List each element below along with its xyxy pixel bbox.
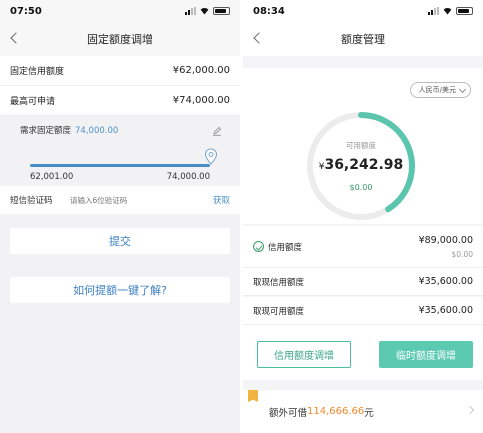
credit-limit-value: ¥89,000.00: [418, 234, 473, 246]
temporary-increase-button[interactable]: 临时额度调增: [379, 341, 473, 368]
extra-loan-prefix: 额外可借: [269, 407, 308, 419]
available-credit-value: ¥36,242.98: [318, 157, 404, 173]
battery-icon: [213, 7, 230, 15]
status-time: 08:34: [253, 5, 285, 17]
back-arrow-icon[interactable]: [253, 32, 265, 44]
credit-limit-label: 信用额度: [268, 242, 303, 253]
status-bar: 07:50: [0, 0, 240, 22]
sms-code-label: 短信验证码: [10, 196, 53, 206]
cash-available-row: 取现可用额度 ¥35,600.00: [243, 297, 483, 325]
page-title: 额度管理: [341, 33, 385, 46]
nav-bar: 固定额度调增: [0, 22, 240, 56]
cash-credit-row: 取现信用额度 ¥35,600.00: [243, 268, 483, 296]
battery-icon: [456, 7, 473, 15]
credit-increase-button[interactable]: 信用额度调增: [257, 341, 351, 368]
max-apply-row: 最高可申请 ¥74,000.00: [0, 86, 240, 116]
page-title: 固定额度调增: [87, 33, 153, 46]
slider-thumb-pin-icon[interactable]: [204, 148, 218, 166]
credit-limit-usd: $0.00: [451, 249, 473, 259]
status-icons: [428, 7, 473, 15]
get-code-button[interactable]: 获取: [213, 194, 230, 206]
extra-loan-badge-icon: [248, 390, 258, 402]
fixed-credit-row: 固定信用额度 ¥62,000.00: [0, 56, 240, 86]
credit-limit-label-group: 信用额度: [253, 241, 302, 253]
help-link-button[interactable]: 如何提额一键了解?: [10, 277, 230, 303]
currency-switch-dropdown[interactable]: 人民币/美元: [409, 82, 471, 98]
gauge-center: 可用额度 ¥36,242.98 $0.00: [305, 110, 417, 222]
max-apply-value: ¥74,000.00: [172, 95, 230, 106]
wifi-icon: [443, 7, 452, 15]
signal-icon: [185, 7, 196, 15]
sms-code-input[interactable]: [70, 195, 213, 205]
edit-pencil-icon[interactable]: [212, 126, 222, 136]
left-screen: 07:50 固定额度调增 固定信用额度 ¥62,000.00 最高可申请 ¥74…: [0, 0, 240, 433]
status-icons: [185, 7, 230, 15]
max-apply-label: 最高可申请: [10, 97, 56, 107]
slider-range: 62,001.00 74,000.00: [30, 172, 210, 182]
credit-limit-row: 信用额度 ¥89,000.00 $0.00: [243, 226, 483, 268]
extra-loan-suffix: 元: [364, 407, 374, 419]
status-bar: 08:34: [243, 0, 483, 22]
wifi-icon: [200, 7, 209, 15]
submit-button[interactable]: 提交: [10, 228, 230, 254]
slider-min: 62,001.00: [30, 172, 74, 182]
right-screen: 08:34 额度管理 可用额度 ¥36,242.98 $0.00 人民币/美元 …: [243, 0, 483, 433]
available-credit-usd: $0.00: [349, 183, 373, 192]
cash-available-label: 取现可用额度: [253, 306, 305, 317]
fixed-credit-value: ¥62,000.00: [172, 65, 230, 76]
cash-credit-value: ¥35,600.00: [418, 276, 473, 287]
required-amount-value: 74,000.00: [75, 126, 119, 136]
nav-bar: 额度管理: [243, 22, 483, 56]
required-amount-label: 需求固定额度 74,000.00: [20, 126, 119, 136]
credit-check-icon: [253, 241, 264, 252]
status-time: 07:50: [10, 5, 42, 17]
back-arrow-icon[interactable]: [10, 32, 22, 44]
slider-track[interactable]: [30, 164, 210, 167]
credit-limit-values: ¥89,000.00 $0.00: [419, 235, 473, 259]
cash-credit-label: 取现信用额度: [253, 277, 305, 288]
available-credit-label: 可用额度: [346, 141, 376, 150]
amount-slider-card: 需求固定额度 74,000.00 62,001.00 74,000.00: [0, 116, 240, 186]
slider-max: 74,000.00: [166, 172, 210, 182]
cash-available-value: ¥35,600.00: [418, 305, 473, 316]
adjust-buttons: 信用额度调增 临时额度调增: [243, 325, 483, 380]
fixed-credit-label: 固定信用额度: [10, 67, 65, 77]
sms-code-row: 短信验证码 获取: [0, 186, 240, 214]
extra-loan-row[interactable]: 额外可借 114,666.66 元: [243, 390, 483, 433]
extra-loan-amount: 114,666.66: [307, 406, 365, 417]
signal-icon: [428, 7, 439, 15]
chevron-right-icon: [465, 405, 475, 415]
